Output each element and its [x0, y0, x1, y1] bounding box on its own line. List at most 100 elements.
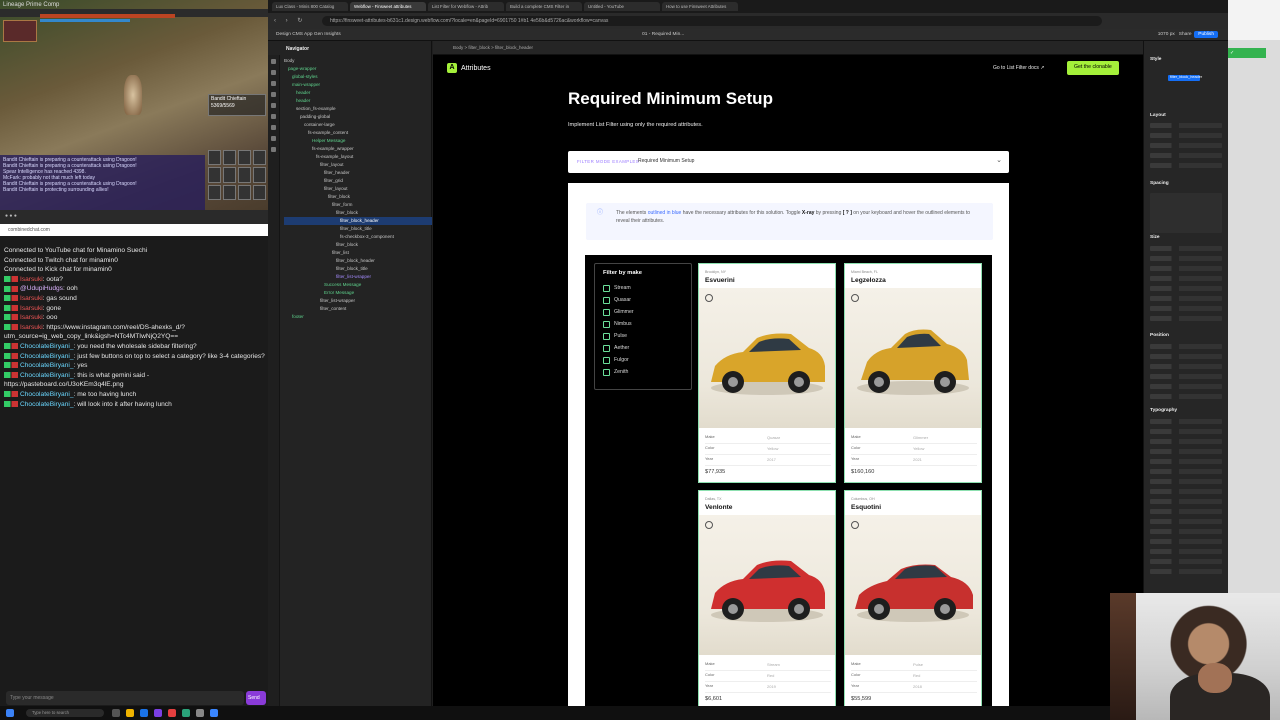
browser-tab[interactable]: List Filter for Webflow - Attrib [428, 2, 504, 11]
checkbox-icon[interactable] [603, 284, 610, 292]
tree-node[interactable]: global-styles [284, 73, 432, 81]
checkbox-icon[interactable] [603, 356, 610, 364]
browser-tab[interactable]: Lux Class - Minis 800 Catalog [272, 2, 348, 11]
navigator-icon[interactable] [271, 81, 276, 86]
components-icon[interactable] [271, 92, 276, 97]
checkbox-icon[interactable] [603, 344, 610, 352]
position-section[interactable]: Position [1150, 333, 1169, 338]
tree-node[interactable]: filter_block_header [284, 217, 432, 225]
tree-node[interactable]: footer [284, 313, 432, 321]
pages-icon[interactable] [271, 70, 276, 75]
typography-section[interactable]: Typography [1150, 408, 1177, 413]
chat-username[interactable]: ChocolateBiryani_ [20, 362, 74, 369]
tree-node[interactable]: filter_layout [284, 185, 432, 193]
browser-tab-active[interactable]: Webflow - Finsweet attributes [350, 2, 426, 11]
chrome-icon[interactable] [140, 709, 148, 717]
filter-checkbox-quasar[interactable]: Quasar [603, 294, 683, 306]
tree-node[interactable]: header [284, 97, 432, 105]
tree-node[interactable]: filter_block_title [284, 265, 432, 273]
share-button[interactable]: Share [1179, 32, 1192, 37]
tree-node[interactable]: fs-example_layout [284, 153, 432, 161]
filter-checkbox-aether[interactable]: Aether [603, 342, 683, 354]
chat-username[interactable]: Isarsuki [20, 276, 43, 283]
car-card[interactable]: Brooklyn, NY Esvuerini Make Quasar Color Yell… [698, 263, 836, 483]
publish-button[interactable]: Publish [1194, 31, 1218, 38]
page-selector[interactable]: 01 - Required Min... [642, 32, 684, 37]
tree-node[interactable]: filter_grid [284, 177, 432, 185]
checkbox-icon[interactable] [603, 320, 610, 328]
chat-username[interactable]: @UdupiHudgs [20, 285, 63, 292]
get-clonable-button[interactable]: Get the clonable [1067, 61, 1119, 75]
app-icon[interactable] [168, 709, 176, 717]
filter-checkbox-stream[interactable]: Stream [603, 282, 683, 294]
breadcrumb[interactable]: Body > filter_block > filter_block_heade… [453, 45, 533, 50]
layout-section[interactable]: Layout [1150, 113, 1166, 118]
checkbox-icon[interactable] [603, 296, 610, 304]
tree-node[interactable]: container-large [284, 121, 432, 129]
chevron-down-icon[interactable]: ⌄ [996, 156, 1002, 164]
designer-mode-tabs[interactable]: Design CMS App Gen Insights [276, 32, 341, 37]
tree-node[interactable]: filter_block [284, 241, 432, 249]
filter-checkbox-glimmer[interactable]: Glimmer [603, 306, 683, 318]
tree-node[interactable]: header [284, 89, 432, 97]
docs-link[interactable]: Go to List Filter docs ↗ [993, 65, 1044, 71]
tree-node[interactable]: filter_header [284, 169, 432, 177]
checkbox-icon[interactable] [603, 332, 610, 340]
browser-tab[interactable]: Untitled - YouTube [584, 2, 660, 11]
tree-node[interactable]: page-wrapper [284, 65, 432, 73]
tree-node[interactable]: filter_block_title [284, 225, 432, 233]
tree-node[interactable]: fs-example_content [284, 129, 432, 137]
spacing-section[interactable]: Spacing [1150, 181, 1169, 186]
app-icon[interactable] [196, 709, 204, 717]
chat-username[interactable]: ChocolateBiryani_ [20, 353, 74, 360]
tree-node[interactable]: filter_block_header [284, 257, 432, 265]
chat-username[interactable]: Isarsuki [20, 305, 43, 312]
tree-node[interactable]: Error Message [284, 289, 432, 297]
canvas-width[interactable]: 1070 px [1158, 32, 1175, 37]
tree-node[interactable]: section_fs-example [284, 105, 432, 113]
tree-node[interactable]: filter_block [284, 209, 432, 217]
filter-checkbox-pulse[interactable]: Pulse [603, 330, 683, 342]
tree-node[interactable]: filter_content [284, 305, 432, 313]
chat-username[interactable]: Isarsuki [20, 324, 43, 331]
size-section[interactable]: Size [1150, 235, 1160, 240]
tree-node[interactable]: padding-global [284, 113, 432, 121]
cms-icon[interactable] [271, 136, 276, 141]
chat-url-bar[interactable]: combinedchat.com [0, 224, 268, 236]
task-view-icon[interactable] [112, 709, 120, 717]
tree-node[interactable]: Success Message [284, 281, 432, 289]
start-icon[interactable] [6, 709, 14, 717]
car-card[interactable]: Columbus, OH Esquotini Make Pulse Color Red Ye… [844, 490, 982, 710]
chat-username[interactable]: ChocolateBiryani_ [20, 391, 74, 398]
filter-checkbox-zenith[interactable]: Zenith [603, 366, 683, 378]
style-tab[interactable]: Style [1150, 57, 1161, 62]
tree-node[interactable]: filter_form [284, 201, 432, 209]
tree-node[interactable]: filter_block [284, 193, 432, 201]
address-bar[interactable]: https://finsweet-attributes-b631c1.desig… [322, 16, 1102, 26]
chat-send-button[interactable]: Send [246, 691, 266, 705]
chat-input[interactable]: Type your message [6, 691, 244, 705]
app-icon[interactable] [182, 709, 190, 717]
taskbar-search[interactable]: Type here to search [26, 709, 104, 717]
styles-icon[interactable] [271, 114, 276, 119]
add-icon[interactable] [271, 59, 276, 64]
tree-node[interactable]: fs-checkbox-3_component [284, 233, 432, 241]
checkbox-icon[interactable] [603, 308, 610, 316]
browser-tab[interactable]: Build a complete CMS Filter in [506, 2, 582, 11]
obs-icon[interactable] [154, 709, 162, 717]
car-card[interactable]: Miami Beach, FL Legzelozza Make Glimmer Colo… [844, 263, 982, 483]
chat-window-tabs[interactable]: ● ● ● [0, 210, 268, 224]
assets-icon[interactable] [271, 125, 276, 130]
tree-node[interactable]: Helper Message [284, 137, 432, 145]
filter-checkbox-nimbus[interactable]: Nimbus [603, 318, 683, 330]
chat-username[interactable]: Isarsuki [20, 314, 43, 321]
example-accordion[interactable]: FILTER MODE EXAMPLES Required Minimum Se… [568, 151, 1009, 173]
chat-username[interactable]: ChocolateBiryani_ [20, 343, 74, 350]
explorer-icon[interactable] [126, 709, 134, 717]
chat-username[interactable]: Isarsuki [20, 295, 43, 302]
variables-icon[interactable] [271, 103, 276, 108]
apps-icon[interactable] [271, 147, 276, 152]
tree-node[interactable]: main-wrapper [284, 81, 432, 89]
chat-username[interactable]: ChocolateBiryani_ [20, 401, 74, 408]
filter-checkbox-fulgor[interactable]: Fulgor [603, 354, 683, 366]
